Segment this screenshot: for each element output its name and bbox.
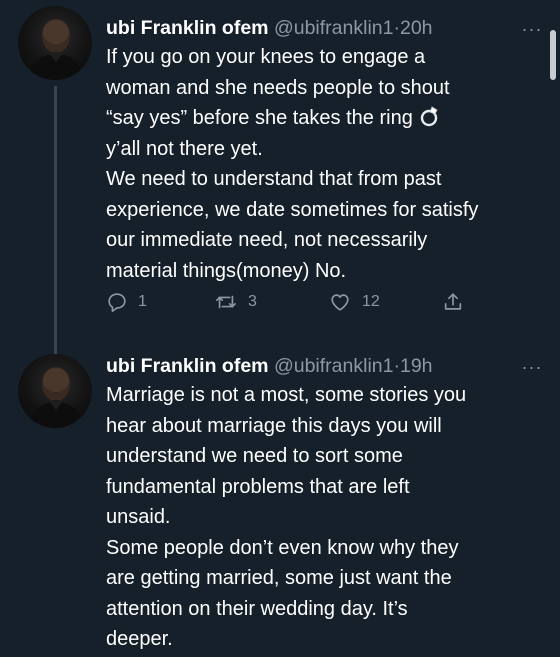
tweet-line: experience, we date sometimes for satisf…	[106, 198, 479, 221]
tweet-line-text: “say yes” before she takes the ring	[106, 107, 413, 129]
share-icon	[444, 293, 462, 310]
like-count: 12	[362, 293, 380, 310]
avatar-photo	[28, 19, 84, 80]
tweet-line: attention on their wedding day. It’s	[106, 597, 408, 620]
tweet-line: unsaid.	[106, 506, 171, 528]
timestamp[interactable]: 20h	[400, 17, 433, 39]
tweet-header: ubi Franklin ofem @ubifranklin1·19h	[106, 353, 526, 379]
author-handle[interactable]: @ubifranklin1	[274, 355, 394, 377]
tweet-line: our immediate need, not necessarily	[106, 229, 428, 251]
tweet-actions: 1 3 12	[106, 288, 486, 316]
tweet-line: “say yes” before she takes the ring	[106, 103, 546, 134]
tweet-line: deeper.	[106, 628, 173, 650]
like-button[interactable]: 12	[328, 288, 380, 316]
tweet-header: ubi Franklin ofem @ubifranklin1·20h	[106, 15, 526, 41]
tweet-line: We need to understand that from past	[106, 168, 442, 190]
tweet[interactable]: ubi Franklin ofem @ubifranklin1·19h ··· …	[0, 340, 560, 657]
reply-button[interactable]: 1	[106, 288, 147, 316]
timestamp[interactable]: 19h	[400, 355, 433, 377]
tweet-text: If you go on your knees to engage a woma…	[106, 42, 546, 286]
author-name[interactable]: ubi Franklin ofem	[106, 355, 269, 377]
avatar[interactable]	[18, 354, 92, 428]
avatar[interactable]	[18, 6, 92, 80]
tweet-line: Some people don’t even know why they	[106, 536, 459, 559]
author-handle[interactable]: @ubifranklin1	[274, 17, 394, 39]
more-icon[interactable]: ···	[520, 19, 544, 39]
tweet-line: fundamental problems that are left	[106, 475, 410, 498]
tweet[interactable]: ubi Franklin ofem @ubifranklin1·20h ··· …	[0, 0, 560, 356]
tweet-line: understand we need to sort some	[106, 445, 403, 467]
avatar-photo	[28, 367, 84, 428]
share-button[interactable]	[442, 288, 474, 316]
thread-line	[54, 86, 57, 356]
reply-count: 1	[138, 293, 147, 310]
tweet-line: If you go on your knees to engage a	[106, 46, 426, 68]
scrollbar[interactable]	[550, 30, 556, 80]
retweet-button[interactable]: 3	[214, 288, 257, 316]
reply-icon	[108, 293, 126, 312]
tweet-line: hear about marriage this days you will	[106, 414, 442, 437]
tweet-line: material things(money) No.	[106, 259, 347, 282]
like-icon	[331, 294, 349, 311]
retweet-count: 3	[248, 293, 257, 310]
tweet-line: Marriage is not a most, some stories you	[106, 384, 467, 406]
author-name[interactable]: ubi Franklin ofem	[106, 17, 269, 39]
tweet-line: woman and she needs people to shout	[106, 76, 450, 99]
more-icon[interactable]: ···	[520, 357, 544, 377]
tweet-text: Marriage is not a most, some stories you…	[106, 380, 546, 655]
ring-icon	[418, 106, 442, 129]
retweet-icon	[216, 295, 236, 309]
tweet-line: are getting married, some just want the	[106, 567, 452, 589]
tweet-line: y’all not there yet.	[106, 137, 263, 160]
